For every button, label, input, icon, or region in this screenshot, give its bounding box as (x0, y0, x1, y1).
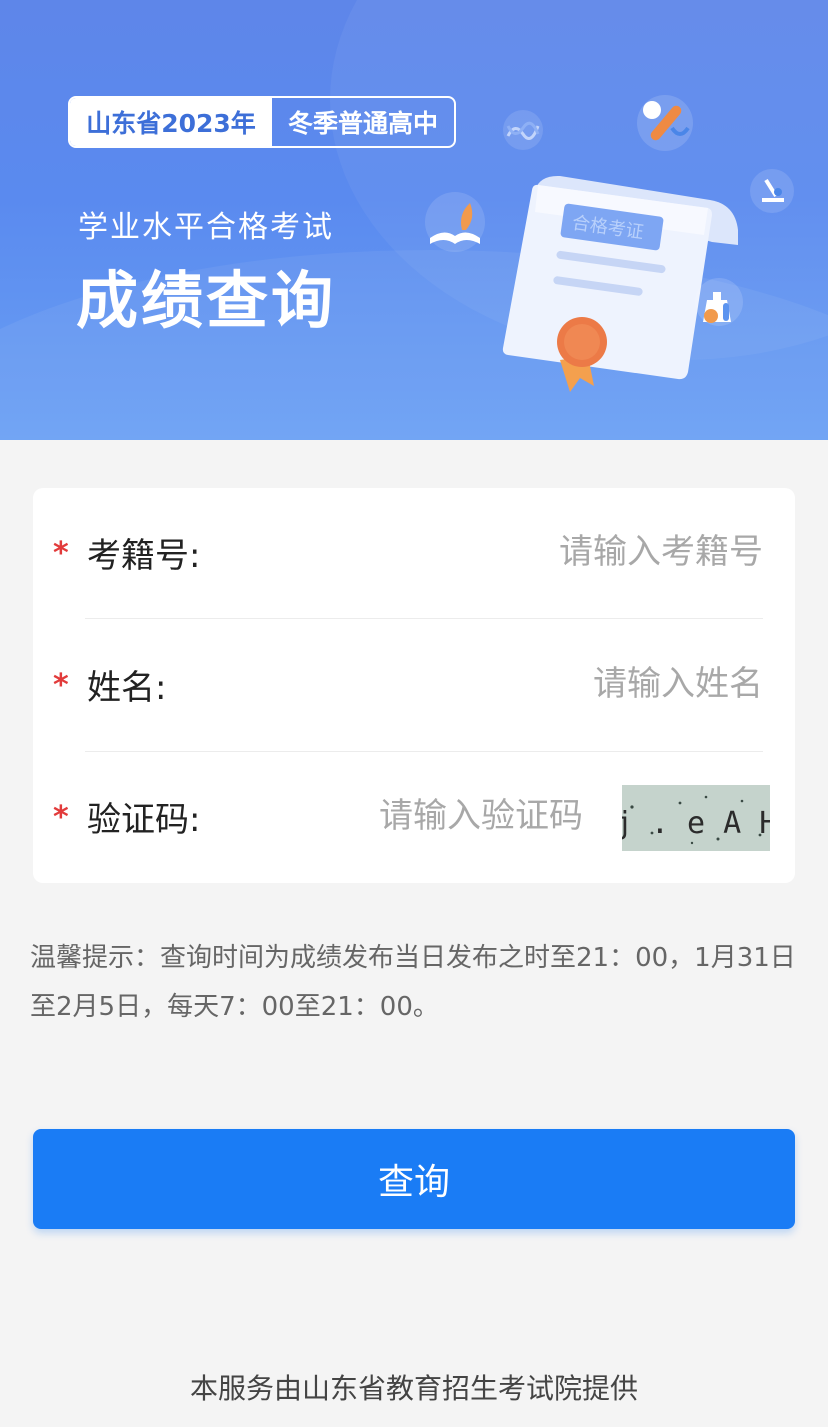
tag-year: 山东省2023年 (70, 98, 272, 146)
captcha-image[interactable]: j . e A H (622, 785, 770, 851)
flask-icon (695, 278, 743, 326)
page-title: 成绩查询 (76, 264, 337, 337)
query-button[interactable]: 查询 (33, 1129, 795, 1229)
captcha-label: 验证码: (87, 800, 201, 840)
footer-text: 本服务由山东省教育招生考试院提供 (189, 1372, 638, 1405)
page-subtitle: 学业水平合格考试 (78, 210, 334, 245)
name-input[interactable] (333, 656, 763, 712)
divider (85, 618, 763, 619)
exam-id-input[interactable] (333, 524, 763, 580)
required-mark: * (53, 536, 69, 571)
captcha-text: j . e A H (622, 806, 770, 841)
query-form: * 考籍号: * 姓名: * 验证码: j . e A H (33, 488, 795, 883)
name-label: 姓名: (87, 668, 167, 708)
exam-tag: 山东省2023年 冬季普通高中 (68, 96, 456, 148)
required-mark: * (53, 668, 69, 703)
exam-id-label: 考籍号: (87, 536, 201, 576)
tip-text: 温馨提示：查询时间为成绩发布当日发布之时至21：00，1月31日至2月5日，每天… (30, 943, 796, 1022)
name-row: * 姓名: (33, 620, 795, 752)
exam-id-row: * 考籍号: (33, 488, 795, 620)
header-banner: 合格考证 山东省2023年 冬季普通高中 学业水平合格考试 成绩查询 (0, 0, 828, 440)
required-mark: * (53, 800, 69, 835)
dna-icon (503, 110, 543, 150)
sports-icon (637, 95, 693, 151)
captcha-input[interactable] (273, 788, 583, 844)
book-icon (425, 192, 485, 252)
certificate-icon: 合格考证 (502, 175, 738, 392)
tag-season: 冬季普通高中 (287, 109, 438, 138)
microscope-icon (750, 169, 794, 213)
